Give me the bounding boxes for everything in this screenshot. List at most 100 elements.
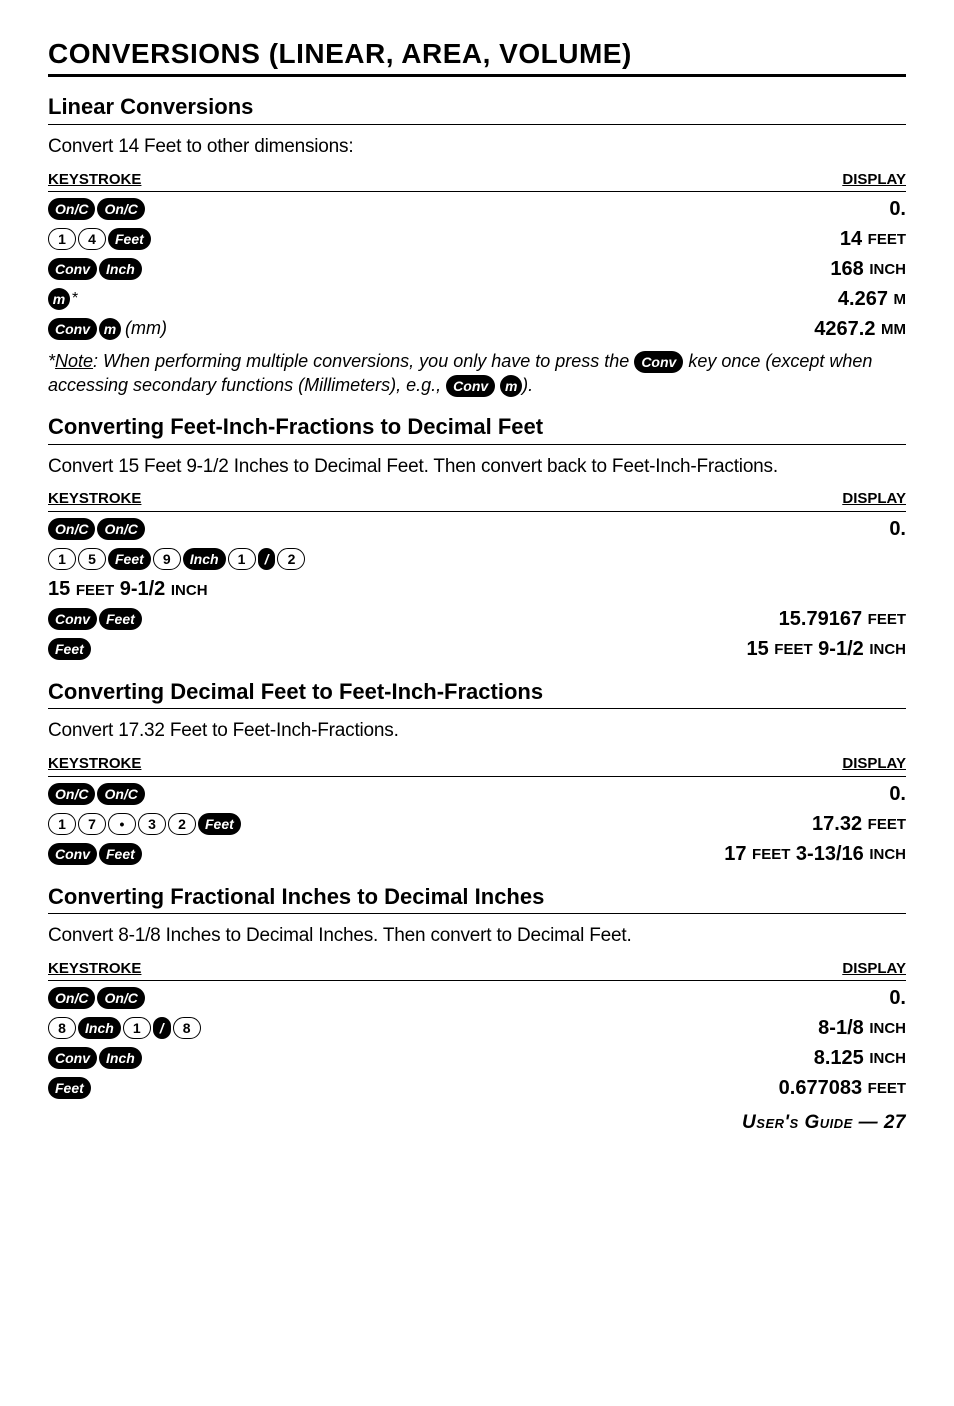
col-keystroke: KEYSTROKE	[48, 170, 141, 190]
footnote: *Note: When performing multiple conversi…	[48, 350, 906, 397]
display-value: 168 INCH	[830, 256, 906, 282]
section-heading-fif-to-dec: Converting Feet-Inch-Fractions to Decima…	[48, 413, 906, 445]
display-value: 17 FEET 3-13/16 INCH	[724, 841, 906, 867]
key-dot: •	[108, 813, 136, 835]
key-feet: Feet	[198, 813, 241, 835]
table-row: Conv m (mm) 4267.2 MM	[48, 316, 906, 342]
key-inch: Inch	[78, 1017, 121, 1039]
table-header: KEYSTROKE DISPLAY	[48, 754, 906, 777]
display-value: 0.	[889, 781, 906, 807]
col-display: DISPLAY	[842, 754, 906, 774]
key-2: 2	[168, 813, 196, 835]
key-feet: Feet	[99, 843, 142, 865]
table-header: KEYSTROKE DISPLAY	[48, 959, 906, 982]
table-row: 1 7 • 3 2 Feet 17.32 FEET	[48, 811, 906, 837]
key-m: m	[500, 375, 522, 397]
key-5: 5	[78, 548, 106, 570]
key-onc: On/C	[48, 198, 95, 220]
key-slash: /	[153, 1017, 171, 1039]
key-onc: On/C	[48, 783, 95, 805]
col-keystroke: KEYSTROKE	[48, 489, 141, 509]
display-value: 8.125 INCH	[814, 1045, 906, 1071]
col-display: DISPLAY	[842, 959, 906, 979]
mm-label: (mm)	[125, 317, 167, 340]
key-7: 7	[78, 813, 106, 835]
table-row: On/C On/C 0.	[48, 196, 906, 222]
col-display: DISPLAY	[842, 489, 906, 509]
table-dec-to-fif: KEYSTROKE DISPLAY On/C On/C 0. 1 7 • 3 2…	[48, 754, 906, 867]
key-inch: Inch	[99, 1047, 142, 1069]
table-row: On/C On/C 0.	[48, 985, 906, 1011]
key-onc: On/C	[97, 783, 144, 805]
table-linear: KEYSTROKE DISPLAY On/C On/C 0. 1 4 Feet …	[48, 170, 906, 343]
key-1: 1	[48, 548, 76, 570]
table-row: On/C On/C 0.	[48, 781, 906, 807]
table-row: 1 4 Feet 14 FEET	[48, 226, 906, 252]
section1-intro: Convert 14 Feet to other dimensions:	[48, 135, 906, 160]
key-feet: Feet	[99, 608, 142, 630]
table-header: KEYSTROKE DISPLAY	[48, 489, 906, 512]
display-value: 15 FEET 9-1/2 INCH	[746, 636, 906, 662]
display-value: 8-1/8 INCH	[818, 1015, 906, 1041]
display-value: 15.79167 FEET	[779, 606, 906, 632]
table-row: 8 Inch 1 / 8 8-1/8 INCH	[48, 1015, 906, 1041]
table-row: Conv Feet 15.79167 FEET	[48, 606, 906, 632]
key-2: 2	[277, 548, 305, 570]
col-display: DISPLAY	[842, 170, 906, 190]
page-footer: User's Guide — 27	[48, 1111, 906, 1136]
section3-intro: Convert 17.32 Feet to Feet-Inch-Fraction…	[48, 719, 906, 744]
key-1: 1	[123, 1017, 151, 1039]
key-conv: Conv	[48, 608, 97, 630]
table-row: Conv Inch 168 INCH	[48, 256, 906, 282]
key-conv: Conv	[446, 375, 495, 397]
table-frac-to-dec-inch: KEYSTROKE DISPLAY On/C On/C 0. 8 Inch 1 …	[48, 959, 906, 1102]
display-value: 0.	[889, 516, 906, 542]
key-onc: On/C	[97, 518, 144, 540]
asterisk-icon: *	[72, 289, 78, 310]
key-m: m	[99, 318, 121, 340]
table-row: m* 4.267 M	[48, 286, 906, 312]
table-row: Conv Feet 17 FEET 3-13/16 INCH	[48, 841, 906, 867]
key-1: 1	[228, 548, 256, 570]
key-conv: Conv	[48, 843, 97, 865]
display-value: 0.	[889, 196, 906, 222]
section4-intro: Convert 8-1/8 Inches to Decimal Inches. …	[48, 924, 906, 949]
key-inch: Inch	[183, 548, 226, 570]
col-keystroke: KEYSTROKE	[48, 959, 141, 979]
table-row: Feet 0.677083 FEET	[48, 1075, 906, 1101]
key-inch: Inch	[99, 258, 142, 280]
key-feet: Feet	[108, 548, 151, 570]
key-1: 1	[48, 228, 76, 250]
table-row: On/C On/C 0.	[48, 516, 906, 542]
key-onc: On/C	[48, 518, 95, 540]
display-value: 0.677083 FEET	[779, 1075, 906, 1101]
section2-intro: Convert 15 Feet 9-1/2 Inches to Decimal …	[48, 455, 906, 480]
key-feet: Feet	[108, 228, 151, 250]
key-onc: On/C	[97, 198, 144, 220]
table-row: 1 5 Feet 9 Inch 1 / 2	[48, 546, 906, 572]
table-fif-to-dec: KEYSTROKE DISPLAY On/C On/C 0. 1 5 Feet …	[48, 489, 906, 662]
display-value: 4.267 M	[838, 286, 906, 312]
key-m: m	[48, 288, 70, 310]
section-heading-dec-to-fif: Converting Decimal Feet to Feet-Inch-Fra…	[48, 678, 906, 710]
key-onc: On/C	[97, 987, 144, 1009]
table-row: Feet 15 FEET 9-1/2 INCH	[48, 636, 906, 662]
section-heading-frac-to-dec-inch: Converting Fractional Inches to Decimal …	[48, 883, 906, 915]
key-slash: /	[258, 548, 276, 570]
display-value: 0.	[889, 985, 906, 1011]
key-conv: Conv	[48, 258, 97, 280]
section-heading-linear: Linear Conversions	[48, 93, 906, 125]
page-title: CONVERSIONS (LINEAR, AREA, VOLUME)	[48, 36, 906, 77]
display-value: 17.32 FEET	[812, 811, 906, 837]
table-header: KEYSTROKE DISPLAY	[48, 170, 906, 193]
display-value: 4267.2 MM	[814, 316, 906, 342]
key-8: 8	[173, 1017, 201, 1039]
key-conv: Conv	[48, 318, 97, 340]
key-1: 1	[48, 813, 76, 835]
display-continuation: 15 FEET 9-1/2 INCH	[48, 576, 906, 602]
key-9: 9	[153, 548, 181, 570]
key-feet: Feet	[48, 1077, 91, 1099]
table-row: Conv Inch 8.125 INCH	[48, 1045, 906, 1071]
key-8: 8	[48, 1017, 76, 1039]
key-onc: On/C	[48, 987, 95, 1009]
